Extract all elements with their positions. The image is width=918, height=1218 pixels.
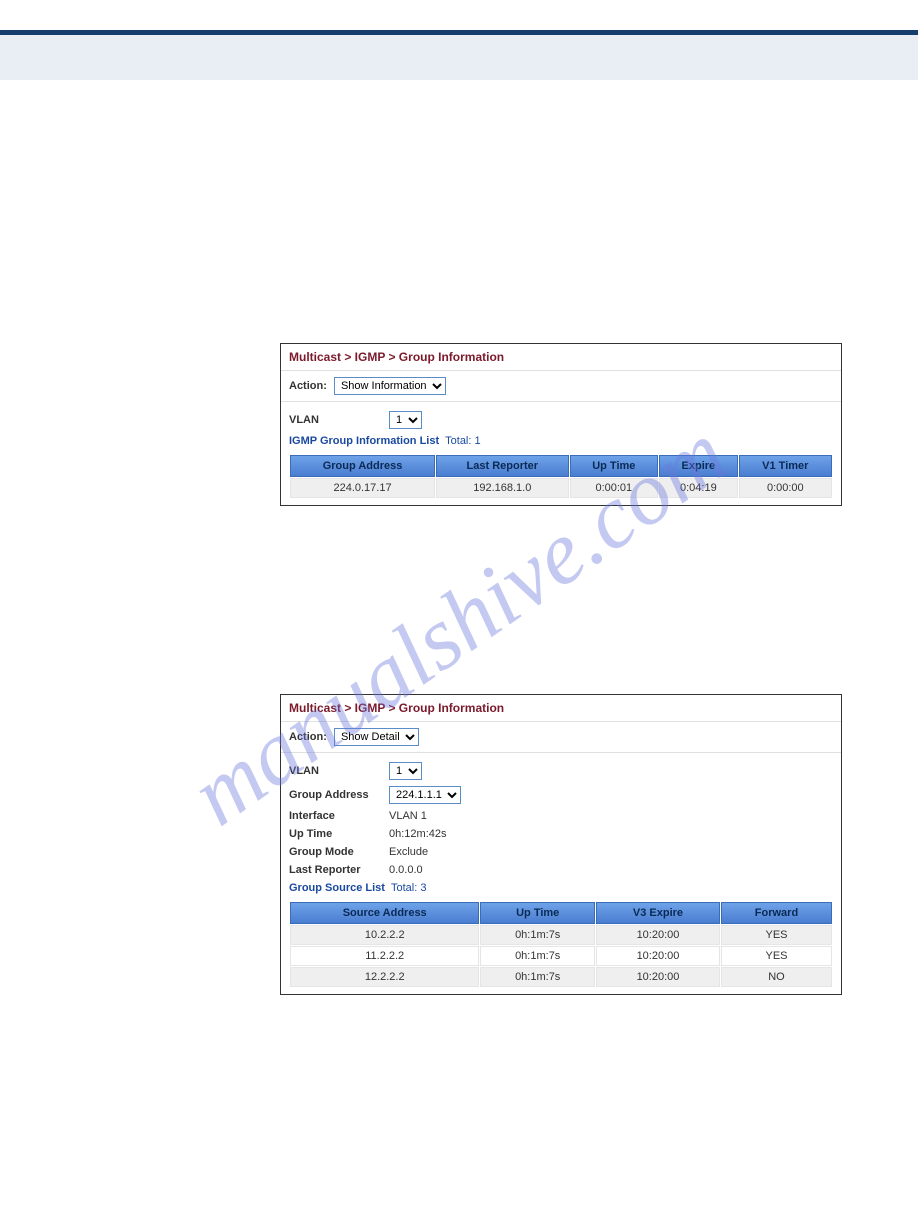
cell-source-address: 11.2.2.2 [290,946,479,966]
list-title-row: Group Source List Total: 3 [289,879,833,897]
breadcrumb: Multicast > IGMP > Group Information [281,344,841,371]
cell-v3-expire: 10:20:00 [596,967,720,987]
header-band [0,35,918,80]
table-header-row: Source Address Up Time V3 Expire Forward [290,902,832,924]
list-total: Total: 1 [445,435,480,447]
breadcrumb: Multicast > IGMP > Group Information [281,695,841,722]
action-row: Action: Show Information [281,371,841,402]
th-group-address: Group Address [290,455,435,477]
list-title-row: IGMP Group Information List Total: 1 [289,432,833,450]
action-label: Action: [289,731,327,743]
form-area: VLAN 1 Group Address 224.1.1.1 Interface… [281,753,841,994]
action-select[interactable]: Show Information [334,377,446,395]
interface-value: VLAN 1 [389,810,427,822]
cell-forward: NO [721,967,832,987]
th-expire: Expire [659,455,738,477]
list-title: Group Source List [289,882,385,894]
group-address-row: Group Address 224.1.1.1 [289,783,833,807]
list-title: IGMP Group Information List [289,435,439,447]
vlan-label: VLAN [289,414,389,426]
cell-source-address: 10.2.2.2 [290,925,479,945]
lastreporter-value: 0.0.0.0 [389,864,423,876]
cell-up-time: 0h:1m:7s [480,967,595,987]
interface-label: Interface [289,810,389,822]
th-up-time: Up Time [570,455,659,477]
th-forward: Forward [721,902,832,924]
cell-up-time: 0h:1m:7s [480,925,595,945]
cell-up-time: 0:00:01 [570,478,659,498]
panel-group-info-list: Multicast > IGMP > Group Information Act… [280,343,842,506]
table-row: 10.2.2.2 0h:1m:7s 10:20:00 YES [290,925,832,945]
groupmode-value: Exclude [389,846,428,858]
cell-v3-expire: 10:20:00 [596,946,720,966]
form-area: VLAN 1 IGMP Group Information List Total… [281,402,841,505]
group-info-table: Group Address Last Reporter Up Time Expi… [289,454,833,499]
table-row: 12.2.2.2 0h:1m:7s 10:20:00 NO [290,967,832,987]
th-up-time: Up Time [480,902,595,924]
cell-forward: YES [721,925,832,945]
groupmode-row: Group Mode Exclude [289,843,833,861]
cell-last-reporter: 192.168.1.0 [436,478,568,498]
groupmode-label: Group Mode [289,846,389,858]
action-row: Action: Show Detail [281,722,841,753]
vlan-row: VLAN 1 [289,759,833,783]
group-address-label: Group Address [289,789,389,801]
cell-up-time: 0h:1m:7s [480,946,595,966]
cell-forward: YES [721,946,832,966]
vlan-label: VLAN [289,765,389,777]
lastreporter-row: Last Reporter 0.0.0.0 [289,861,833,879]
group-address-select[interactable]: 224.1.1.1 [389,786,461,804]
th-v1-timer: V1 Timer [739,455,832,477]
table-row: 224.0.17.17 192.168.1.0 0:00:01 0:04:19 … [290,478,832,498]
cell-v3-expire: 10:20:00 [596,925,720,945]
uptime-label: Up Time [289,828,389,840]
table-header-row: Group Address Last Reporter Up Time Expi… [290,455,832,477]
cell-v1-timer: 0:00:00 [739,478,832,498]
th-source-address: Source Address [290,902,479,924]
cell-source-address: 12.2.2.2 [290,967,479,987]
vlan-select[interactable]: 1 [389,411,422,429]
vlan-select[interactable]: 1 [389,762,422,780]
action-select[interactable]: Show Detail [334,728,419,746]
th-last-reporter: Last Reporter [436,455,568,477]
table-row: 11.2.2.2 0h:1m:7s 10:20:00 YES [290,946,832,966]
cell-group-address: 224.0.17.17 [290,478,435,498]
vlan-row: VLAN 1 [289,408,833,432]
panel-group-info-detail: Multicast > IGMP > Group Information Act… [280,694,842,995]
list-total: Total: 3 [391,882,426,894]
uptime-row: Up Time 0h:12m:42s [289,825,833,843]
group-source-table: Source Address Up Time V3 Expire Forward… [289,901,833,988]
interface-row: Interface VLAN 1 [289,807,833,825]
action-label: Action: [289,380,327,392]
cell-expire: 0:04:19 [659,478,738,498]
th-v3-expire: V3 Expire [596,902,720,924]
lastreporter-label: Last Reporter [289,864,389,876]
uptime-value: 0h:12m:42s [389,828,446,840]
